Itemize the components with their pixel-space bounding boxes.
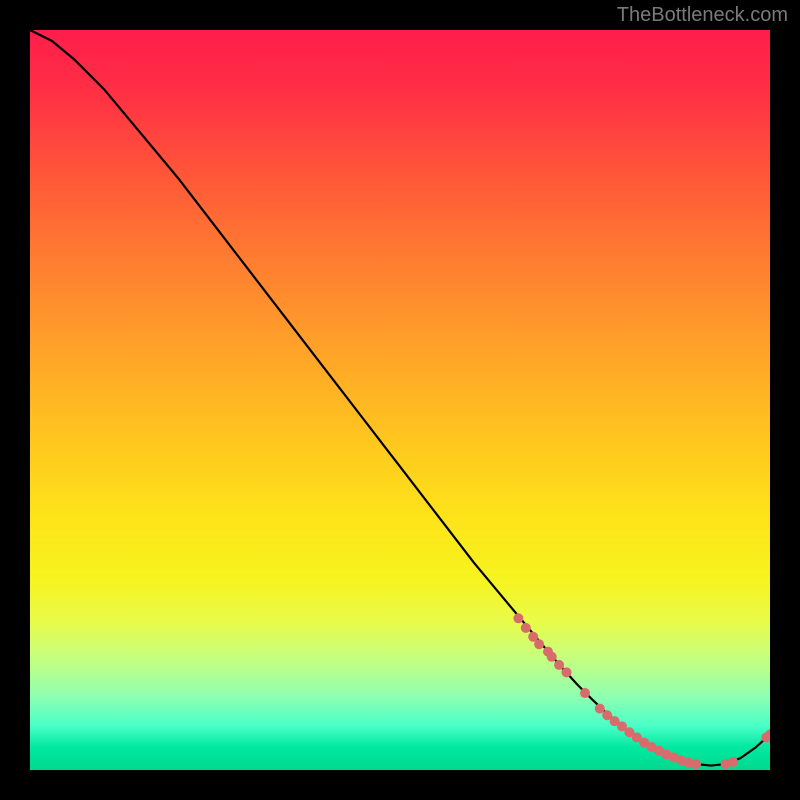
- scatter-point: [691, 759, 701, 769]
- scatter-point: [580, 688, 590, 698]
- main-curve: [30, 30, 770, 766]
- scatter-point: [513, 613, 523, 623]
- scatter-point: [554, 660, 564, 670]
- scatter-point: [534, 639, 544, 649]
- scatter-point: [595, 704, 605, 714]
- scatter-point: [547, 652, 557, 662]
- chart-svg: [30, 30, 770, 770]
- scatter-point: [728, 757, 738, 767]
- scatter-points: [513, 613, 770, 769]
- scatter-point: [562, 667, 572, 677]
- scatter-point: [521, 623, 531, 633]
- watermark-text: TheBottleneck.com: [617, 4, 788, 27]
- chart-area: [30, 30, 770, 770]
